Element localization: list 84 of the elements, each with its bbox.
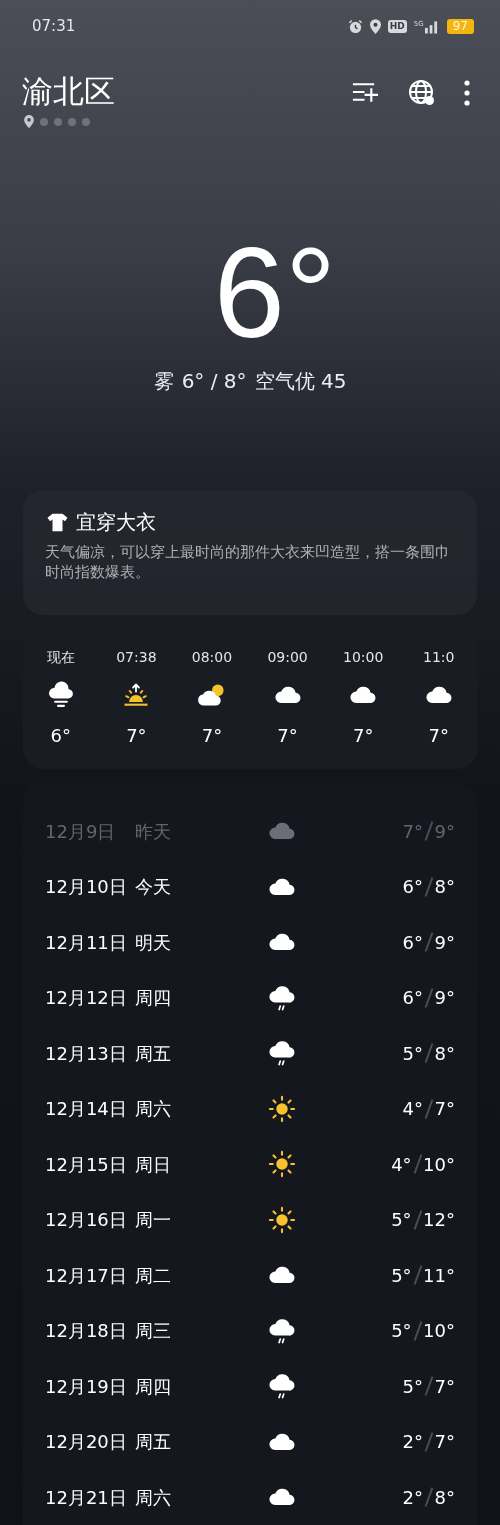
low-temperature: 2° [402, 1485, 424, 1510]
alarm-icon [347, 19, 363, 35]
hour-label: 10:00 [343, 647, 384, 666]
high-temperature: 9° [434, 819, 455, 844]
forecast-weekday: 昨天 [135, 819, 172, 844]
forecast-date: 12月20日 [45, 1430, 128, 1455]
high-temperature: 7° [434, 1374, 455, 1399]
more-icon[interactable] [464, 80, 470, 107]
high-temperature: 7° [434, 1097, 455, 1122]
sun-icon [267, 1093, 297, 1124]
forecast-date: 12月14日 [45, 1097, 128, 1122]
forecast-weekday: 周二 [135, 1263, 172, 1288]
forecast-weekday: 周五 [135, 1430, 172, 1455]
high-temperature: 9° [434, 986, 455, 1011]
hour-label: 11:0 [423, 647, 455, 666]
sun-icon [267, 1149, 297, 1180]
globe-icon[interactable] [408, 79, 436, 108]
high-temperature: 9° [434, 930, 455, 955]
low-temperature: 4° [402, 1097, 424, 1122]
forecast-date: 12月15日 [45, 1152, 128, 1177]
forecast-weekday: 今天 [135, 875, 172, 900]
sun-icon [267, 1204, 297, 1235]
low-temperature: 7° [402, 819, 424, 844]
air-quality: 空气优 45 [254, 368, 347, 396]
forecast-date: 12月16日 [45, 1208, 128, 1233]
forecast-weekday: 周一 [135, 1208, 172, 1233]
forecast-date: 12月18日 [45, 1319, 128, 1344]
forecast-date: 12月17日 [45, 1263, 128, 1288]
current-temperature: 6° [212, 228, 337, 359]
forecast-date: 12月19日 [45, 1374, 128, 1399]
forecast-weekday: 明天 [135, 930, 172, 955]
hour-label: 09:00 [267, 647, 308, 666]
hour-temperature: 7° [352, 723, 374, 748]
forecast-date: 12月11日 [45, 930, 128, 955]
clothing-title: 宜穿大衣 [76, 509, 156, 537]
hour-temperature: 7° [277, 723, 298, 748]
low-temperature: 2° [402, 1430, 424, 1455]
high-temperature: 7° [434, 1430, 455, 1455]
city-name: 渝北区 [22, 72, 115, 112]
hour-temperature: 7° [126, 723, 147, 748]
low-temperature: 6° [402, 986, 424, 1011]
shirt-icon [45, 512, 70, 533]
hour-temperature: 6° [50, 723, 71, 748]
forecast-weekday: 周五 [135, 1041, 172, 1066]
status-time: 07:31 [32, 16, 76, 38]
hour-label: 07:38 [116, 647, 157, 666]
hour-temperature: 7° [428, 723, 449, 748]
high-temperature: 10° [423, 1152, 455, 1177]
hour-label: 08:00 [191, 647, 233, 666]
high-temperature: 12° [423, 1208, 455, 1233]
location-icon [369, 19, 381, 35]
forecast-date: 12月13日 [45, 1041, 128, 1066]
low-temperature: 5° [391, 1319, 412, 1344]
high-temperature: 8° [434, 875, 455, 900]
low-temperature: 5° [402, 1374, 424, 1399]
high-temperature: 8° [434, 1485, 455, 1510]
high-temperature: 11° [423, 1263, 455, 1288]
forecast-date: 12月12日 [45, 986, 128, 1011]
hd-badge: HD [387, 20, 407, 34]
low-temperature: 6° [402, 875, 424, 900]
forecast-date: 12月21日 [45, 1485, 128, 1510]
low-temperature: 5° [391, 1263, 412, 1288]
battery-indicator: 97 [446, 19, 474, 35]
forecast-weekday: 周日 [135, 1152, 172, 1177]
forecast-date: 12月10日 [45, 875, 128, 900]
clothing-advice: 天气偏凉，可以穿上最时尚的那件大衣来凹造型，搭一条围巾时尚指数爆表。 [45, 543, 451, 583]
location-page-icon[interactable] [24, 115, 34, 129]
hour-temperature: 7° [201, 723, 223, 748]
forecast-weekday: 周四 [135, 986, 172, 1011]
forecast-weekday: 周三 [135, 1319, 172, 1344]
forecast-weekday: 周六 [135, 1097, 172, 1122]
low-temperature: 5° [402, 1041, 424, 1066]
hour-label: 现在 [46, 647, 75, 666]
forecast-weekday: 周四 [135, 1374, 172, 1399]
low-temperature: 6° [402, 930, 424, 955]
forecast-date: 12月9日 [45, 819, 117, 844]
condition-text: 雾 [153, 368, 174, 396]
low-temperature: 4° [391, 1152, 412, 1177]
forecast-weekday: 周六 [135, 1485, 172, 1510]
low-temperature: 5° [391, 1208, 412, 1233]
signal-icon [424, 19, 438, 34]
temperature-range: 6° / 8° [181, 368, 247, 396]
high-temperature: 8° [434, 1041, 455, 1066]
high-temperature: 10° [423, 1319, 455, 1344]
